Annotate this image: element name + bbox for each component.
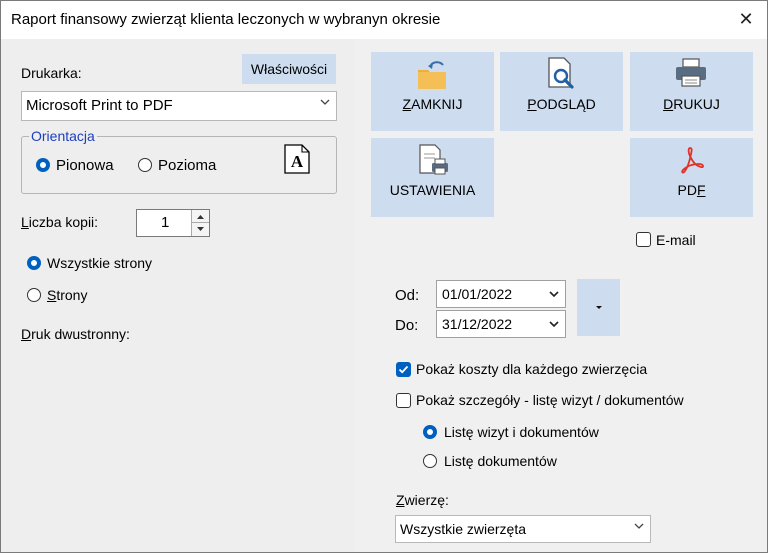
title-bar: Raport finansowy zwierząt klienta leczon… (1, 1, 767, 39)
chevron-down-icon[interactable] (549, 289, 559, 299)
orientation-portrait-radio[interactable] (36, 158, 50, 172)
orientation-portrait-label[interactable]: Pionowa (56, 157, 114, 174)
settings-label: USTAWIENIA (389, 182, 476, 198)
print-label: DRUKUJ (663, 96, 720, 112)
date-range-menu-button[interactable] (577, 279, 620, 336)
copies-value[interactable]: 1 (161, 214, 169, 231)
report-options-pane: ZAMKNIJ PODGLĄD DRUKUJ USTAWIENIA PDF E-… (355, 39, 767, 552)
copies-spinner[interactable]: 1 (136, 209, 210, 237)
documents-only-radio[interactable] (423, 454, 437, 468)
page-orientation-icon: A (284, 144, 310, 174)
folder-exit-icon (418, 61, 446, 89)
show-costs-checkbox[interactable] (396, 362, 411, 377)
orientation-landscape-label[interactable]: Pozioma (158, 157, 216, 174)
spin-up-button[interactable] (191, 210, 209, 223)
date-from-label: Od: (395, 287, 420, 304)
chevron-down-icon[interactable] (549, 319, 559, 329)
pdf-button[interactable]: PDF (630, 138, 753, 217)
close-icon[interactable]: ✕ (731, 5, 761, 33)
svg-text:A: A (291, 152, 304, 171)
caret-down-icon (197, 227, 204, 231)
duplex-label: Druk dwustronny: (21, 326, 130, 342)
preview-label: PODGLĄD (527, 96, 596, 112)
visits-and-docs-label[interactable]: Listę wizyt i dokumentów (444, 424, 599, 440)
preview-magnifier-icon (548, 57, 574, 89)
printer-value: Microsoft Print to PDF (26, 97, 173, 114)
printer-select[interactable]: Microsoft Print to PDF (21, 91, 337, 121)
documents-only-label[interactable]: Listę dokumentów (444, 453, 557, 469)
properties-button[interactable]: Właściwości (242, 54, 336, 84)
show-costs-label[interactable]: Pokaż koszty dla każdego zwierzęcia (416, 361, 647, 377)
orientation-landscape-radio[interactable] (138, 158, 152, 172)
chevron-down-icon (634, 523, 644, 529)
animal-value: Wszystkie zwierzęta (400, 521, 527, 537)
printer-icon (676, 58, 706, 87)
animal-select[interactable]: Wszystkie zwierzęta (395, 515, 651, 543)
copies-label: Liczba kopii: (21, 214, 99, 230)
caret-down-icon (596, 306, 602, 309)
printer-label: Drukarka: (21, 65, 82, 81)
email-checkbox[interactable] (636, 232, 651, 247)
preview-button[interactable]: PODGLĄD (500, 52, 623, 131)
print-settings-pane: Drukarka: Właściwości Microsoft Print to… (1, 39, 355, 552)
date-from-value[interactable]: 01/01/2022 (442, 286, 512, 302)
page-setup-icon (419, 144, 448, 175)
show-details-checkbox[interactable] (396, 393, 411, 408)
chevron-down-icon (320, 99, 330, 105)
orientation-legend: Orientacja (29, 128, 97, 144)
date-to-value[interactable]: 31/12/2022 (442, 316, 512, 332)
all-pages-radio[interactable] (27, 256, 41, 270)
date-to-label: Do: (395, 317, 419, 334)
date-to-field[interactable]: 31/12/2022 (436, 310, 566, 338)
all-pages-label[interactable]: Wszystkie strony (47, 255, 152, 271)
spin-down-button[interactable] (191, 223, 209, 236)
date-from-field[interactable]: 01/01/2022 (436, 280, 566, 308)
print-button[interactable]: DRUKUJ (630, 52, 753, 131)
close-report-label: ZAMKNIJ (402, 96, 463, 112)
animal-label: Zwierzę: (396, 492, 449, 508)
caret-up-icon (197, 215, 204, 219)
report-dialog: Raport finansowy zwierząt klienta leczon… (0, 0, 768, 553)
page-range-radio[interactable] (27, 288, 41, 302)
email-label[interactable]: E-mail (656, 232, 696, 248)
page-range-label[interactable]: Strony (47, 287, 87, 303)
settings-button[interactable]: USTAWIENIA (371, 138, 494, 217)
close-report-button[interactable]: ZAMKNIJ (371, 52, 494, 131)
pdf-label: PDF (677, 182, 706, 198)
window-title: Raport finansowy zwierząt klienta leczon… (11, 11, 441, 28)
pdf-icon (681, 147, 704, 174)
show-details-label[interactable]: Pokaż szczegóły - listę wizyt / dokument… (416, 392, 684, 408)
visits-and-docs-radio[interactable] (423, 425, 437, 439)
checkmark-icon (398, 365, 409, 374)
